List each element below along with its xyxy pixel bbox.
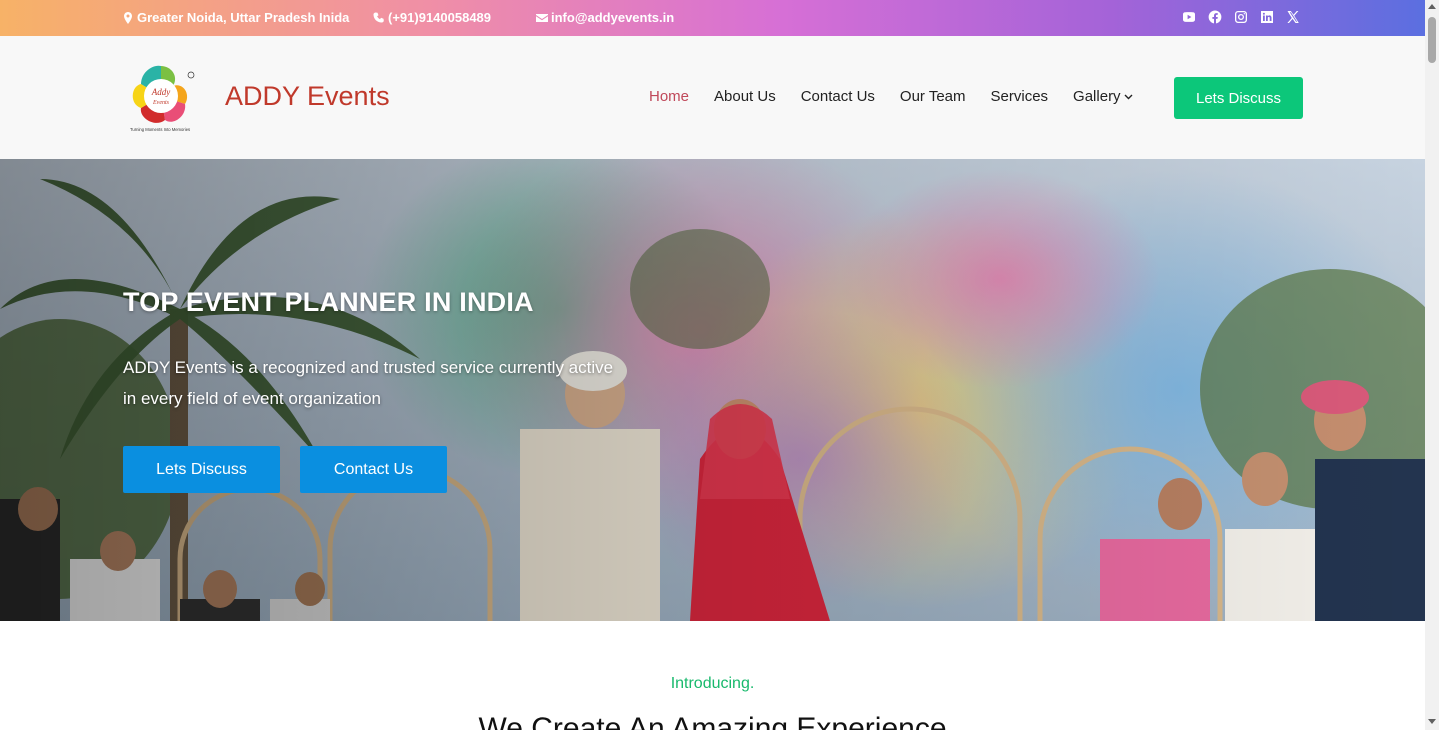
svg-text:Addy: Addy [151,87,171,97]
lets-discuss-hero-button[interactable]: Lets Discuss [123,446,280,493]
nav-label: Services [990,88,1049,105]
intro-heading: We Create An Amazing Experience [478,712,947,730]
nav-item-about-us[interactable]: About Us [714,88,776,105]
phone-text[interactable]: (+91)9140058489 [388,10,491,25]
nav-label: Contact Us [800,88,875,105]
instagram-icon[interactable] [1234,10,1248,24]
email-info[interactable]: info@addyevents.in [536,10,674,25]
phone-icon [373,12,384,22]
nav-label: About Us [714,88,776,105]
scroll-up-arrow-icon[interactable] [1428,4,1436,9]
site-header: Addy Events Turning Moments Into Memorie… [0,36,1425,159]
phone-info[interactable]: (+91)9140058489 [373,10,491,25]
x-icon[interactable] [1286,10,1300,24]
page-scrollbar[interactable] [1425,0,1439,730]
linkedin-icon[interactable] [1260,10,1274,24]
contact-us-hero-button[interactable]: Contact Us [300,446,447,493]
lets-discuss-header-button[interactable]: Lets Discuss [1174,77,1303,119]
email-text[interactable]: info@addyevents.in [551,10,674,25]
nav-item-contact-us[interactable]: Contact Us [801,88,875,105]
nav-label: Our Team [899,88,966,105]
nav-label: Home [649,88,690,105]
brand-logo[interactable]: Addy Events Turning Moments Into Memorie… [126,60,202,136]
hero-description: ADDY Events is a recognized and trusted … [123,358,614,408]
social-links [1182,10,1300,24]
nav-label: Gallery [1073,88,1121,105]
top-contact-bar: Greater Noida, Uttar Pradesh Inida (+91)… [0,0,1425,36]
scrollbar-thumb[interactable] [1428,17,1436,63]
main-navigation: Home About Us Contact Us Our Team Servic… [649,88,1158,105]
scroll-down-arrow-icon[interactable] [1428,719,1436,724]
map-marker-icon [124,11,132,24]
intro-kicker: Introducing. [670,675,755,692]
location-info: Greater Noida, Uttar Pradesh Inida [122,10,349,25]
hero-title: TOP EVENT PLANNER IN INDIA [123,287,534,317]
facebook-icon[interactable] [1208,10,1222,24]
nav-item-our-team[interactable]: Our Team [900,88,966,105]
hero-banner: TOP EVENT PLANNER IN INDIA ADDY Events i… [0,159,1425,621]
envelope-icon [536,13,548,22]
location-text: Greater Noida, Uttar Pradesh Inida [137,10,350,25]
brand-name[interactable]: ADDY Events [225,81,390,112]
nav-item-services[interactable]: Services [991,88,1049,105]
chevron-down-icon [1124,94,1133,100]
svg-text:Events: Events [152,100,170,106]
svg-text:Turning Moments Into Memories: Turning Moments Into Memories [130,127,190,132]
youtube-icon[interactable] [1182,10,1196,24]
nav-item-gallery[interactable]: Gallery [1073,88,1133,105]
nav-item-home[interactable]: Home [649,88,689,105]
